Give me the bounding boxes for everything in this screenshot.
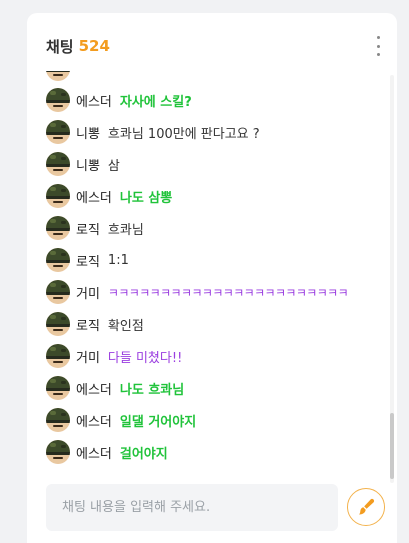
message-text: 1:1: [107, 252, 129, 268]
message-nick[interactable]: 로직: [76, 251, 100, 270]
message-nick[interactable]: 에스더: [76, 379, 112, 398]
list-item: [46, 71, 70, 81]
message-nick[interactable]: 거미: [76, 347, 100, 366]
message-text: 걸어야지: [119, 446, 168, 462]
chat-input[interactable]: [46, 484, 338, 531]
message-text: 일댈 거어야지: [119, 414, 197, 430]
message-text: ㅋㅋㅋㅋㅋㅋㅋㅋㅋㅋㅋㅋㅋㅋㅋㅋㅋㅋㅋㅋㅋㅋㅋ: [107, 285, 349, 300]
list-item: 로직 1:1: [46, 248, 129, 272]
message-text: 확인점: [107, 318, 144, 334]
message-nick[interactable]: 로직: [76, 315, 100, 334]
soldier-avatar-icon: [46, 152, 70, 176]
message-text: 자사에 스킬?: [119, 94, 192, 110]
soldier-avatar-icon: [46, 248, 70, 272]
soldier-avatar-icon: [46, 312, 70, 336]
message-text: 삼: [107, 158, 120, 174]
soldier-avatar-icon: [46, 120, 70, 144]
soldier-avatar-icon: [46, 440, 70, 464]
soldier-avatar-icon: [46, 184, 70, 208]
soldier-avatar-icon: [46, 408, 70, 432]
chat-header: 채팅 524: [46, 35, 385, 57]
message-nick[interactable]: 거미: [76, 283, 100, 302]
soldier-avatar-icon: [46, 344, 70, 368]
list-item: 거미 다들 미쳤다!!: [46, 344, 182, 368]
list-item: 로직 확인점: [46, 312, 144, 336]
message-list[interactable]: 에스더 자사에 스킬? 니뽕 흐콰님 100만에 판다고요 ? 니뽕 삼 에스더…: [27, 71, 397, 487]
soldier-avatar-icon: [46, 216, 70, 240]
message-nick[interactable]: 니뽕: [76, 155, 100, 174]
list-item: 니뽕 삼: [46, 152, 120, 176]
viewer-count: 524: [78, 37, 110, 55]
scrollbar[interactable]: [390, 75, 394, 483]
list-item: 에스더 나도 삼뽕: [46, 184, 172, 208]
list-item: 에스더 나도 흐콰님: [46, 376, 184, 400]
message-nick[interactable]: 에스더: [76, 187, 112, 206]
send-button[interactable]: [347, 488, 385, 526]
message-nick[interactable]: 에스더: [76, 411, 112, 430]
message-text: 흐콰님 100만에 판다고요 ?: [107, 126, 260, 142]
chat-title: 채팅: [46, 37, 74, 56]
more-vertical-icon[interactable]: [371, 36, 385, 56]
message-text: 나도 삼뽕: [119, 190, 173, 206]
list-item: 에스더 일댈 거어야지: [46, 408, 196, 432]
soldier-avatar-icon: [46, 71, 70, 81]
message-nick[interactable]: 에스더: [76, 443, 112, 462]
soldier-avatar-icon: [46, 280, 70, 304]
list-item: 니뽕 흐콰님 100만에 판다고요 ?: [46, 120, 260, 144]
soldier-avatar-icon: [46, 376, 70, 400]
soldier-avatar-icon: [46, 88, 70, 112]
list-item: 에스더 자사에 스킬?: [46, 88, 192, 112]
message-text: 나도 흐콰님: [119, 382, 185, 398]
message-nick[interactable]: 에스더: [76, 91, 112, 110]
message-nick[interactable]: 로직: [76, 219, 100, 238]
list-item: 에스더 걸어야지: [46, 440, 168, 464]
paint-brush-icon: [359, 498, 375, 515]
message-text: 흐콰님: [107, 222, 144, 238]
scrollbar-thumb[interactable]: [390, 413, 394, 479]
message-nick[interactable]: 니뽕: [76, 123, 100, 142]
list-item: 로직 흐콰님: [46, 216, 144, 240]
chat-panel: 채팅 524 에스더 자사에 스킬? 니뽕 흐콰님 100만에 판다고요 ? 니…: [27, 13, 397, 543]
list-item: 거미 ㅋㅋㅋㅋㅋㅋㅋㅋㅋㅋㅋㅋㅋㅋㅋㅋㅋㅋㅋㅋㅋㅋㅋ: [46, 280, 349, 304]
message-text: 다들 미쳤다!!: [107, 350, 183, 366]
